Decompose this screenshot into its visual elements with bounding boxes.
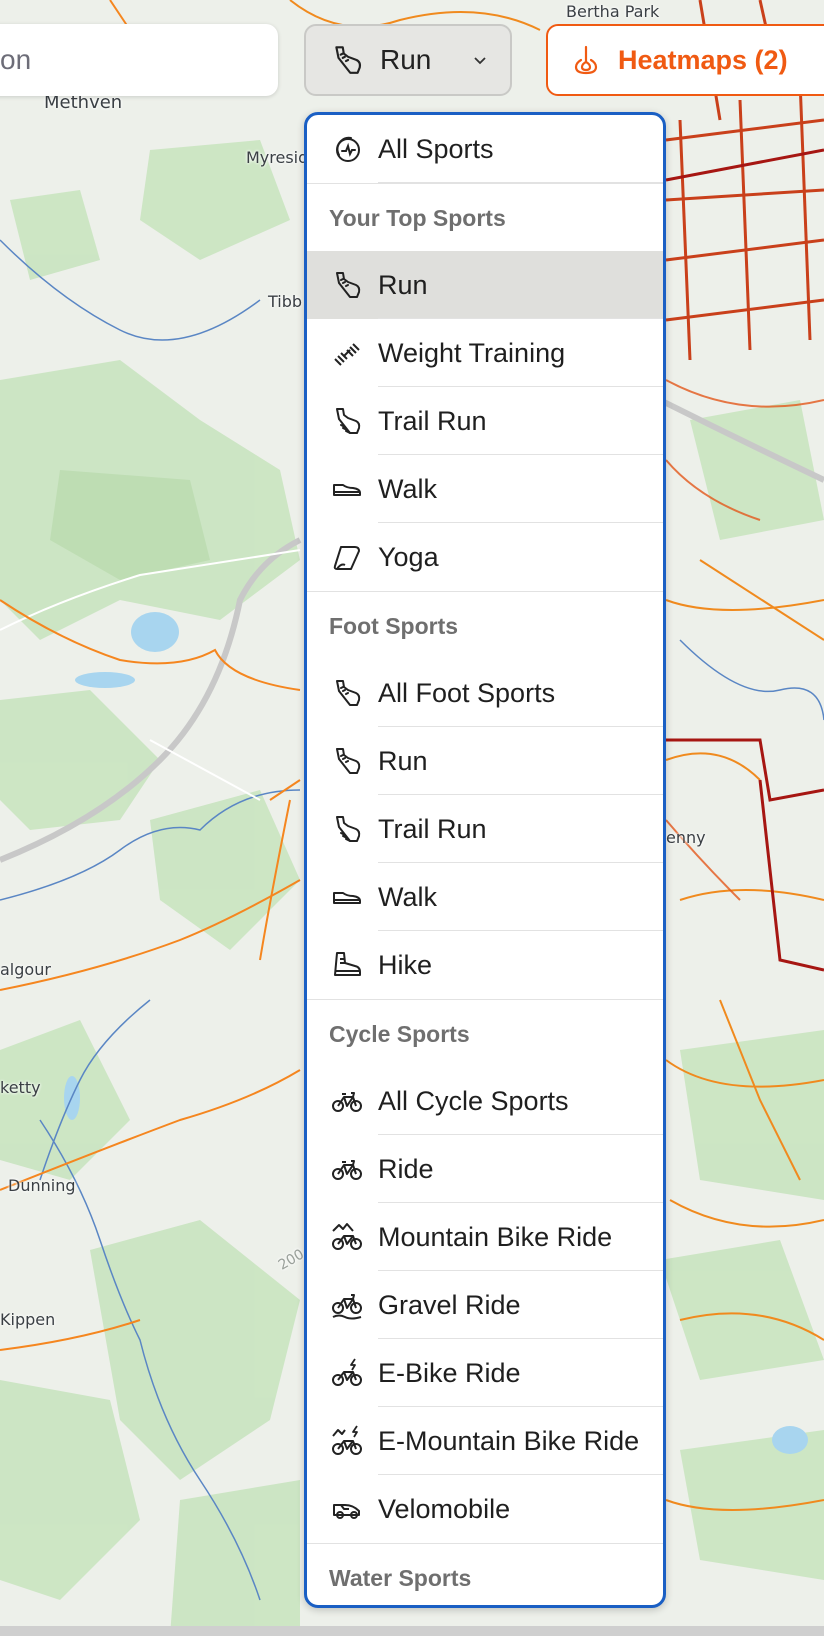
dropdown-item-foot-hike[interactable]: Hike	[307, 931, 663, 999]
dropdown-item-label: Weight Training	[378, 337, 566, 368]
dropdown-item-ride[interactable]: Ride	[307, 1135, 663, 1203]
run-shoe-icon	[336, 272, 361, 298]
dropdown-item-top-run[interactable]: Run	[307, 251, 663, 319]
map-label-tibb: Tibb	[268, 292, 303, 311]
heatmaps-button[interactable]: Heatmaps (2)	[546, 24, 824, 96]
map-label-myresid: Myresid	[246, 148, 309, 167]
section-header-water-sports: Water Sports	[307, 1543, 663, 1605]
dropdown-item-velomobile[interactable]: Velomobile	[307, 1475, 663, 1543]
dropdown-item-label: Gravel Ride	[378, 1289, 521, 1320]
dropdown-item-label: All Sports	[378, 133, 494, 164]
trail-shoe-icon	[336, 408, 361, 434]
walk-shoe-icon	[333, 892, 361, 904]
dropdown-item-top-yoga[interactable]: Yoga	[307, 523, 663, 591]
dropdown-item-label: Ride	[378, 1153, 434, 1184]
sport-type-selector-button[interactable]: Run	[304, 24, 512, 96]
dropdown-item-e-mountain-bike-ride[interactable]: E-Mountain Bike Ride	[307, 1407, 663, 1475]
dropdown-item-top-weight-training[interactable]: Weight Training	[307, 319, 663, 387]
bottom-scrollbar[interactable]	[0, 1626, 824, 1636]
all-sports-icon	[336, 136, 360, 162]
dropdown-item-label: Mountain Bike Ride	[378, 1221, 613, 1252]
dropdown-item-label: Walk	[378, 473, 437, 504]
section-header-foot-sports: Foot Sports	[307, 591, 663, 659]
dropdown-item-label: Hike	[378, 949, 433, 980]
sport-type-dropdown[interactable]: All Sports Your Top Sports Run Weight Tr…	[304, 112, 666, 1608]
velomobile-icon	[333, 1504, 360, 1519]
bicycle-icon	[332, 1092, 362, 1112]
section-header-cycle-sports: Cycle Sports	[307, 999, 663, 1067]
dropdown-item-gravel-ride[interactable]: Gravel Ride	[307, 1271, 663, 1339]
dropdown-item-top-trail-run[interactable]: Trail Run	[307, 387, 663, 455]
trail-shoe-icon	[336, 816, 361, 842]
dumbbell-icon	[334, 343, 360, 366]
dropdown-item-foot-run[interactable]: Run	[307, 727, 663, 795]
dropdown-item-all-sports[interactable]: All Sports	[307, 115, 663, 183]
search-input-text: on	[0, 44, 32, 75]
dropdown-item-label: All Foot Sports	[378, 677, 556, 708]
map-label-dunning: Dunning	[8, 1176, 76, 1195]
search-input[interactable]: on	[0, 24, 278, 96]
section-header-top-sports: Your Top Sports	[307, 183, 663, 251]
yoga-mat-icon	[333, 546, 360, 570]
dropdown-item-e-bike-ride[interactable]: E-Bike Ride	[307, 1339, 663, 1407]
map-label-bertha-park: Bertha Park	[566, 2, 660, 21]
dropdown-item-foot-walk[interactable]: Walk	[307, 863, 663, 931]
mountain-bike-icon	[332, 1223, 362, 1250]
dropdown-item-label: Run	[378, 745, 428, 776]
map-label-enny: enny	[666, 828, 706, 847]
dropdown-item-label: Trail Run	[378, 813, 487, 844]
chevron-down-icon	[474, 57, 486, 65]
bicycle-icon	[332, 1160, 362, 1180]
heatmaps-button-label: Heatmaps (2)	[618, 44, 788, 75]
gravel-bike-icon	[332, 1294, 362, 1320]
hiking-boot-icon	[334, 952, 361, 976]
sport-type-selector-label: Run	[380, 44, 432, 75]
dropdown-item-label: Yoga	[378, 541, 439, 572]
dropdown-item-all-foot-sports[interactable]: All Foot Sports	[307, 659, 663, 727]
dropdown-item-label: Velomobile	[378, 1493, 511, 1524]
e-bike-icon	[332, 1358, 362, 1386]
map-label-ketty: ketty	[0, 1078, 41, 1097]
run-shoe-icon	[335, 46, 362, 74]
dropdown-item-label: E-Bike Ride	[378, 1357, 521, 1388]
dropdown-item-mountain-bike-ride[interactable]: Mountain Bike Ride	[307, 1203, 663, 1271]
dropdown-item-top-walk[interactable]: Walk	[307, 455, 663, 523]
e-mountain-bike-icon	[332, 1425, 362, 1455]
map-label-kippen: Kippen	[0, 1310, 56, 1329]
dropdown-item-foot-trail-run[interactable]: Trail Run	[307, 795, 663, 863]
dropdown-item-label: Run	[378, 269, 428, 300]
walk-shoe-icon	[333, 484, 361, 496]
dropdown-item-all-cycle-sports[interactable]: All Cycle Sports	[307, 1067, 663, 1135]
dropdown-item-label: Walk	[378, 881, 437, 912]
heat-icon	[574, 45, 598, 75]
map-label-algour: algour	[0, 960, 51, 979]
run-shoe-icon	[336, 680, 361, 706]
dropdown-item-label: E-Mountain Bike Ride	[378, 1425, 640, 1456]
dropdown-item-label: Trail Run	[378, 405, 487, 436]
run-shoe-icon	[336, 748, 361, 774]
dropdown-item-label: All Cycle Sports	[378, 1085, 569, 1116]
